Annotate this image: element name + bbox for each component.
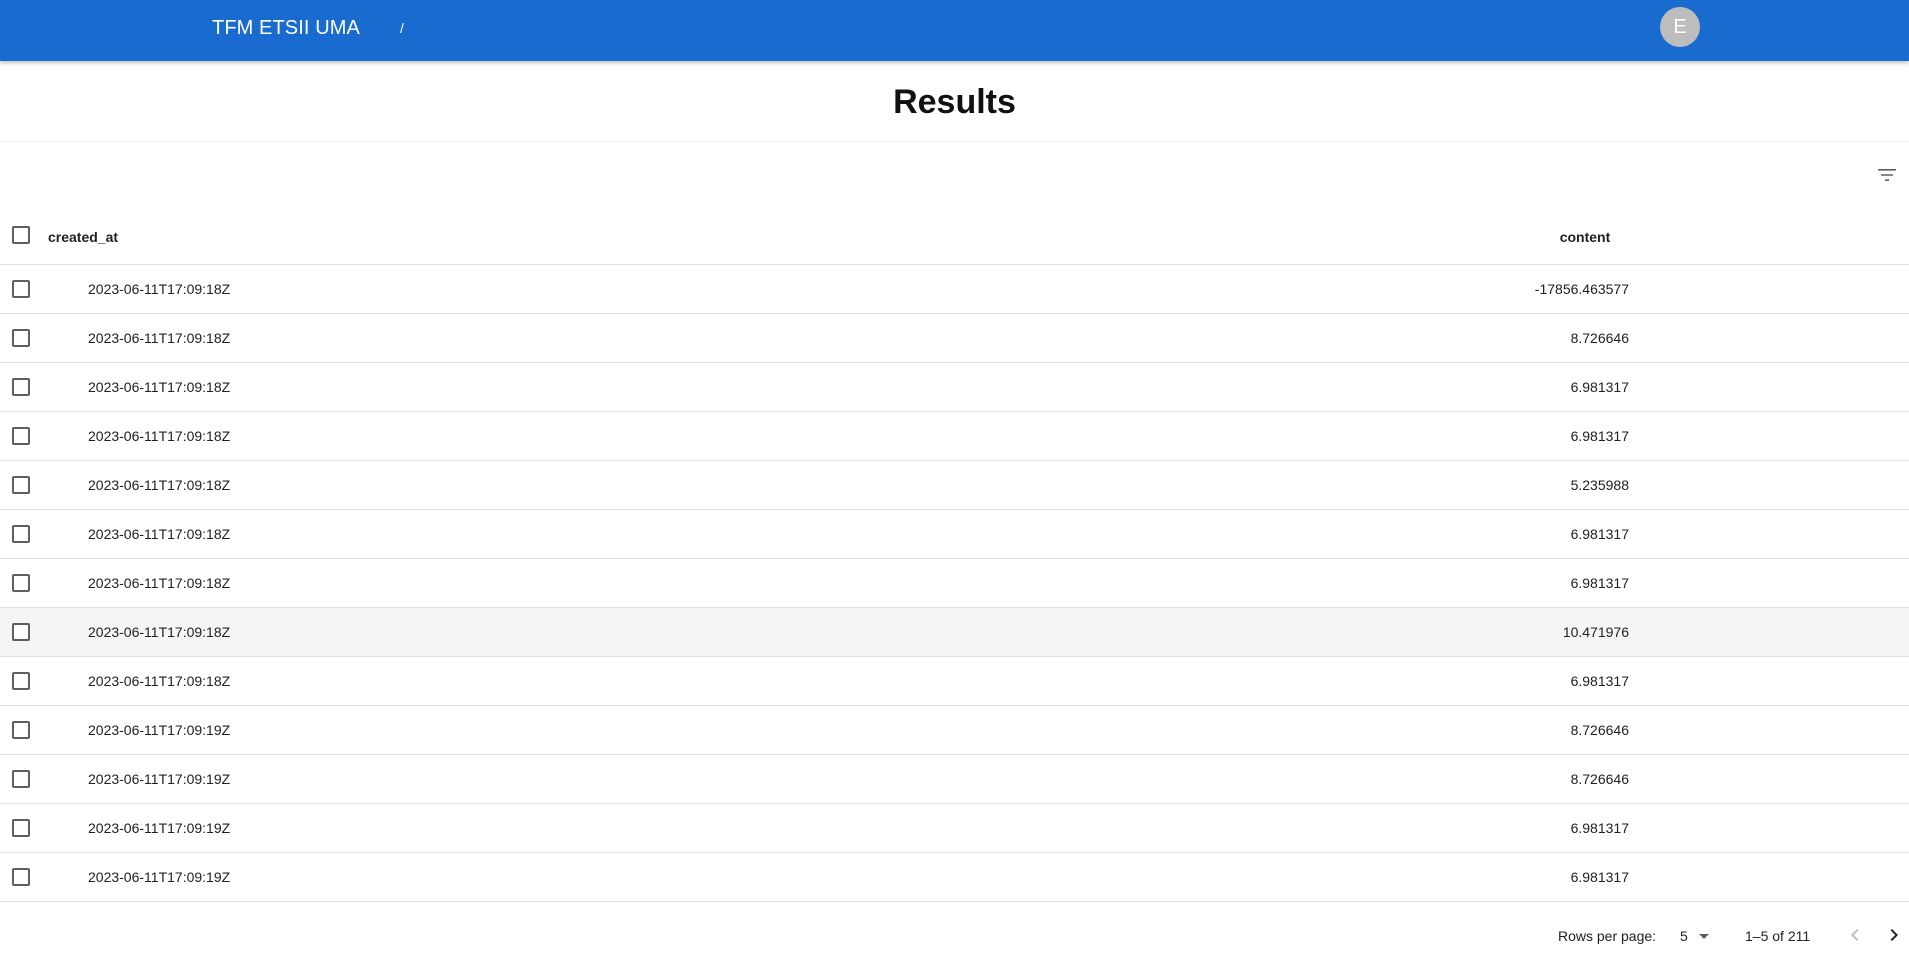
chevron-left-icon bbox=[1851, 929, 1859, 941]
table-body: 2023-06-11T17:09:18Z -17856.463577 2023-06… bbox=[0, 265, 1909, 902]
cell-created-at: 2023-06-11T17:09:18Z bbox=[88, 281, 231, 297]
cell-content: 6.981317 bbox=[1570, 379, 1629, 395]
cell-created-at: 2023-06-11T17:09:19Z bbox=[88, 820, 231, 836]
table-row[interactable]: 2023-06-11T17:09:18Z 10.471976 bbox=[0, 608, 1909, 657]
cell-created-at: 2023-06-11T17:09:18Z bbox=[88, 526, 231, 542]
table-row[interactable]: 2023-06-11T17:09:18Z 6.981317 bbox=[0, 559, 1909, 608]
table-row[interactable]: 2023-06-11T17:09:19Z 8.726646 bbox=[0, 755, 1909, 804]
cell-created-at: 2023-06-11T17:09:18Z bbox=[88, 330, 231, 346]
cell-created-at: 2023-06-11T17:09:18Z bbox=[88, 624, 231, 640]
table-row[interactable]: 2023-06-11T17:09:18Z 6.981317 bbox=[0, 510, 1909, 559]
next-page-button[interactable] bbox=[1882, 923, 1906, 947]
cell-content: 6.981317 bbox=[1570, 820, 1629, 836]
rows-per-page-select[interactable]: 5 bbox=[1680, 924, 1712, 946]
cell-created-at: 2023-06-11T17:09:18Z bbox=[88, 673, 231, 689]
row-checkbox[interactable] bbox=[12, 819, 30, 837]
cell-content: 6.981317 bbox=[1570, 869, 1629, 885]
select-all-checkbox[interactable] bbox=[12, 226, 30, 244]
table-row[interactable]: 2023-06-11T17:09:19Z 6.981317 bbox=[0, 853, 1909, 902]
cell-created-at: 2023-06-11T17:09:18Z bbox=[88, 379, 231, 395]
table-row[interactable]: 2023-06-11T17:09:18Z 8.726646 bbox=[0, 314, 1909, 363]
user-avatar[interactable]: E bbox=[1660, 7, 1700, 47]
chevron-right-icon bbox=[1890, 929, 1898, 941]
filter-button[interactable] bbox=[1875, 163, 1899, 187]
row-checkbox[interactable] bbox=[12, 721, 30, 739]
breadcrumb-separator: / bbox=[400, 20, 404, 36]
previous-page-button[interactable] bbox=[1843, 923, 1867, 947]
row-checkbox[interactable] bbox=[12, 574, 30, 592]
table-row[interactable]: 2023-06-11T17:09:18Z 5.235988 bbox=[0, 461, 1909, 510]
row-checkbox[interactable] bbox=[12, 868, 30, 886]
table-row[interactable]: 2023-06-11T17:09:18Z 6.981317 bbox=[0, 657, 1909, 706]
arrow-drop-down-icon bbox=[1699, 934, 1709, 939]
page-range-label: 1–5 of 211 bbox=[1745, 928, 1811, 944]
row-checkbox[interactable] bbox=[12, 770, 30, 788]
row-checkbox[interactable] bbox=[12, 672, 30, 690]
row-checkbox[interactable] bbox=[12, 623, 30, 641]
page-title: Results bbox=[893, 83, 1016, 121]
row-checkbox[interactable] bbox=[12, 476, 30, 494]
rows-per-page-value: 5 bbox=[1680, 928, 1688, 944]
results-table: created_at content 2023-06-11T17:09:18Z -… bbox=[0, 211, 1909, 902]
app-title[interactable]: TFM ETSII UMA bbox=[212, 16, 360, 40]
column-header-content[interactable]: content bbox=[1540, 228, 1630, 246]
cell-content: 8.726646 bbox=[1570, 330, 1629, 346]
cell-content: 8.726646 bbox=[1570, 771, 1629, 787]
table-row[interactable]: 2023-06-11T17:09:19Z 6.981317 bbox=[0, 804, 1909, 853]
cell-created-at: 2023-06-11T17:09:18Z bbox=[88, 428, 231, 444]
filter-list-icon bbox=[1878, 169, 1896, 181]
rows-per-page-label: Rows per page: bbox=[1558, 928, 1657, 944]
cell-content: -17856.463577 bbox=[1534, 281, 1629, 297]
row-checkbox[interactable] bbox=[12, 525, 30, 543]
table-row[interactable]: 2023-06-11T17:09:18Z -17856.463577 bbox=[0, 265, 1909, 314]
cell-content: 5.235988 bbox=[1570, 477, 1629, 493]
cell-created-at: 2023-06-11T17:09:19Z bbox=[88, 722, 231, 738]
table-row[interactable]: 2023-06-11T17:09:18Z 6.981317 bbox=[0, 412, 1909, 461]
column-header-created-at[interactable]: created_at bbox=[48, 228, 118, 246]
cell-content: 6.981317 bbox=[1570, 428, 1629, 444]
cell-created-at: 2023-06-11T17:09:19Z bbox=[88, 771, 231, 787]
table-pagination: Rows per page: 5 1–5 of 211 bbox=[0, 920, 1909, 950]
row-checkbox[interactable] bbox=[12, 329, 30, 347]
row-checkbox[interactable] bbox=[12, 427, 30, 445]
cell-created-at: 2023-06-11T17:09:19Z bbox=[88, 869, 231, 885]
row-checkbox[interactable] bbox=[12, 378, 30, 396]
table-row[interactable]: 2023-06-11T17:09:18Z 6.981317 bbox=[0, 363, 1909, 412]
app-bar: TFM ETSII UMA / E bbox=[0, 0, 1909, 61]
table-row[interactable]: 2023-06-11T17:09:19Z 8.726646 bbox=[0, 706, 1909, 755]
cell-content: 6.981317 bbox=[1570, 526, 1629, 542]
cell-content: 8.726646 bbox=[1570, 722, 1629, 738]
table-header-row: created_at content bbox=[0, 211, 1909, 265]
row-checkbox[interactable] bbox=[12, 280, 30, 298]
cell-created-at: 2023-06-11T17:09:18Z bbox=[88, 477, 231, 493]
cell-content: 10.471976 bbox=[1562, 624, 1629, 640]
cell-content: 6.981317 bbox=[1570, 673, 1629, 689]
cell-created-at: 2023-06-11T17:09:18Z bbox=[88, 575, 231, 591]
title-divider bbox=[0, 141, 1909, 142]
cell-content: 6.981317 bbox=[1570, 575, 1629, 591]
